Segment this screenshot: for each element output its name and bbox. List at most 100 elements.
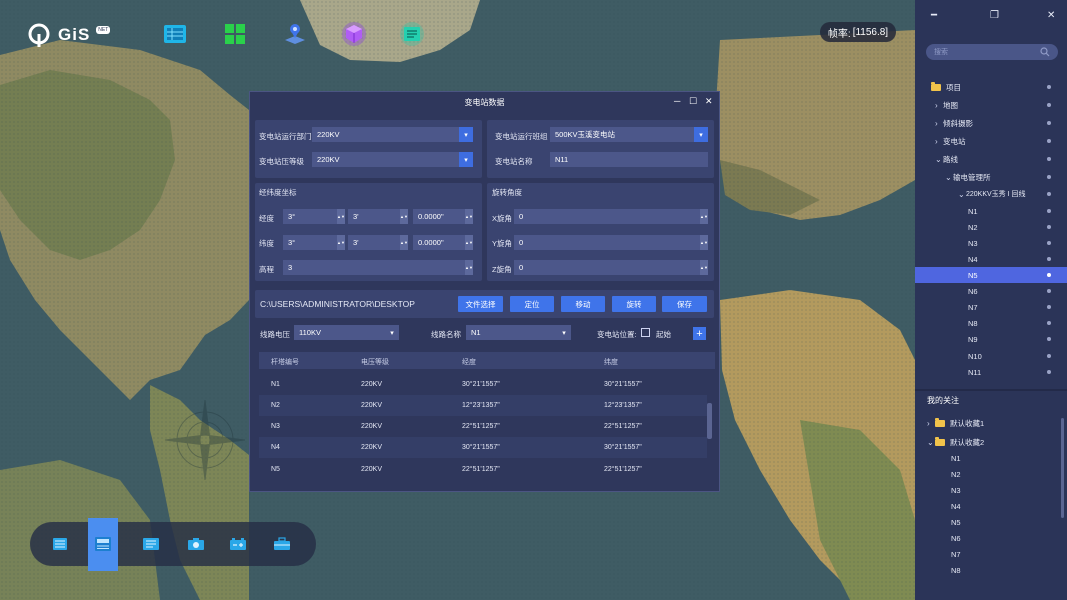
line-name-label: 线路名称 [431, 330, 461, 339]
tree-item-n9[interactable]: N9 [915, 331, 1067, 347]
rotate-button[interactable]: 旋转 [612, 296, 656, 312]
dialog-title: 变电站数据 [464, 97, 505, 107]
tree-item-n4[interactable]: N4 [915, 251, 1067, 267]
lat-degree-input[interactable]: 3° ▲▼ [283, 235, 345, 250]
list-icon[interactable] [51, 535, 69, 553]
maximize-icon[interactable]: ☐ [689, 96, 697, 107]
team-select[interactable]: 500KV玉溪变电站 ▾ [550, 127, 708, 142]
tree-item-n11[interactable]: N11 [915, 364, 1067, 380]
favorite-item[interactable]: N3 [915, 482, 1067, 498]
tree-item-line[interactable]: ⌄ 220KKV玉秀 I 回线 [915, 186, 1067, 202]
close-icon[interactable]: ✕ [1047, 10, 1055, 21]
favorite-item[interactable]: N8 [915, 562, 1067, 578]
map-pin-icon[interactable] [281, 20, 309, 48]
add-button[interactable]: + [693, 327, 706, 340]
app-logo: GiS NET [26, 22, 111, 48]
lat-minute-input[interactable]: 3' ▲▼ [348, 235, 408, 250]
stepper-icon[interactable]: ▲▼ [465, 260, 473, 275]
stepper-icon[interactable]: ▲▼ [465, 209, 473, 224]
restore-icon[interactable]: ❐ [990, 10, 999, 21]
folder-icon [935, 436, 945, 446]
tree-item-route[interactable]: ⌄ 路线 [915, 151, 1067, 167]
table-cell: 220KV [361, 466, 383, 473]
table-cell: 220KV [361, 381, 383, 388]
tree-item-label: N9 [968, 334, 978, 344]
tree-item-n5[interactable]: N5 [915, 267, 1067, 283]
table-row[interactable]: N5 220KV 22°51'1257" 22°51'1257" [259, 459, 707, 480]
minimize-icon[interactable]: ━ [931, 10, 937, 21]
close-icon[interactable]: ✕ [705, 96, 713, 107]
stepper-icon[interactable]: ▲▼ [337, 209, 345, 224]
table-row[interactable]: N1 220KV 30°21'1557" 30°21'1557" [259, 374, 707, 395]
stepper-icon[interactable]: ▲▼ [465, 235, 473, 250]
battery-icon[interactable] [229, 535, 247, 553]
stepper-icon[interactable]: ▲▼ [700, 260, 708, 275]
favorite-item[interactable]: N6 [915, 530, 1067, 546]
alt-input[interactable]: 3 ▲▼ [283, 260, 473, 275]
stepper-icon[interactable]: ▲▼ [700, 235, 708, 250]
stepper-icon[interactable]: ▲▼ [337, 235, 345, 250]
table-row[interactable]: N4 220KV 30°21'1557" 30°21'1557" [259, 437, 707, 458]
layers-icon[interactable] [161, 20, 189, 48]
camera-icon[interactable] [187, 535, 205, 553]
rx-input[interactable]: 0 ▲▼ [514, 209, 708, 224]
voltage-select[interactable]: 220KV ▾ [312, 152, 473, 167]
table-row[interactable]: N2 220KV 12°23'1357" 12°23'1357" [259, 395, 707, 416]
stepper-icon[interactable]: ▲▼ [700, 209, 708, 224]
favorite-group-2[interactable]: ⌄ 默认收藏2 [915, 434, 1067, 450]
stepper-icon[interactable]: ▲▼ [400, 235, 408, 250]
favorite-item[interactable]: N1 [915, 450, 1067, 466]
lon-second-input[interactable]: 0.0000" ▲▼ [413, 209, 473, 224]
document-icon[interactable] [398, 20, 426, 48]
move-button[interactable]: 移动 [561, 296, 605, 312]
column-header: 经度 [462, 359, 476, 366]
lat-label: 纬度 [259, 239, 274, 248]
search-input[interactable]: 搜索 [926, 44, 1058, 60]
menu-list-icon[interactable] [142, 535, 160, 553]
lat-second-input[interactable]: 0.0000" ▲▼ [413, 235, 473, 250]
stepper-icon[interactable]: ▲▼ [400, 209, 408, 224]
grid-icon[interactable] [221, 20, 249, 48]
line-name-select[interactable]: N1 ▾ [466, 325, 571, 340]
tree-item-n10[interactable]: N10 [915, 348, 1067, 364]
start-checkbox[interactable] [641, 328, 650, 337]
tree-item-n1[interactable]: N1 [915, 203, 1067, 219]
table-scrollbar[interactable] [707, 403, 712, 439]
table-row[interactable]: N3 220KV 22°51'1257" 22°51'1257" [259, 416, 707, 437]
tree-item-label: 默认收藏1 [950, 418, 985, 428]
favorite-item[interactable]: N2 [915, 466, 1067, 482]
favorite-item[interactable]: N7 [915, 546, 1067, 562]
alt-value: 3 [288, 263, 293, 272]
table-header: 杆塔编号 电压等级 经度 纬度 [259, 352, 715, 369]
rz-input[interactable]: 0 ▲▼ [514, 260, 708, 275]
tree-item-map[interactable]: › 地图 [915, 97, 1067, 113]
cube-icon[interactable] [340, 20, 368, 48]
tree-item-project[interactable]: 项目 [915, 79, 1067, 95]
favorite-group-1[interactable]: › 默认收藏1 [915, 415, 1067, 431]
tree-item-n7[interactable]: N7 [915, 299, 1067, 315]
tree-item-n3[interactable]: N3 [915, 235, 1067, 251]
tree-item-oblique[interactable]: › 倾斜摄影 [915, 115, 1067, 131]
sidebar-scrollbar[interactable] [1061, 418, 1064, 518]
tree-item-office[interactable]: ⌄ 输电管理所 [915, 169, 1067, 185]
ry-input[interactable]: 0 ▲▼ [514, 235, 708, 250]
tree-item-substation[interactable]: › 变电站 [915, 133, 1067, 149]
dept-select[interactable]: 220KV ▾ [312, 127, 473, 142]
tree-item-label: N10 [968, 351, 982, 361]
file-select-button[interactable]: 文件选择 [458, 296, 503, 312]
lon-degree-input[interactable]: 3° ▲▼ [283, 209, 345, 224]
tree-item-n8[interactable]: N8 [915, 315, 1067, 331]
lon-minute-input[interactable]: 3' ▲▼ [348, 209, 408, 224]
tree-item-n6[interactable]: N6 [915, 283, 1067, 299]
stack-icon[interactable] [94, 535, 112, 553]
minimize-icon[interactable]: ─ [674, 96, 680, 106]
name-input[interactable]: N11 [550, 152, 708, 167]
line-voltage-select[interactable]: 110KV ▾ [294, 325, 399, 340]
search-icon[interactable] [1040, 47, 1050, 57]
favorite-item[interactable]: N4 [915, 498, 1067, 514]
toolbox-icon[interactable] [273, 535, 291, 553]
tree-item-n2[interactable]: N2 [915, 219, 1067, 235]
favorite-item[interactable]: N5 [915, 514, 1067, 530]
save-button[interactable]: 保存 [662, 296, 707, 312]
locate-button[interactable]: 定位 [510, 296, 554, 312]
